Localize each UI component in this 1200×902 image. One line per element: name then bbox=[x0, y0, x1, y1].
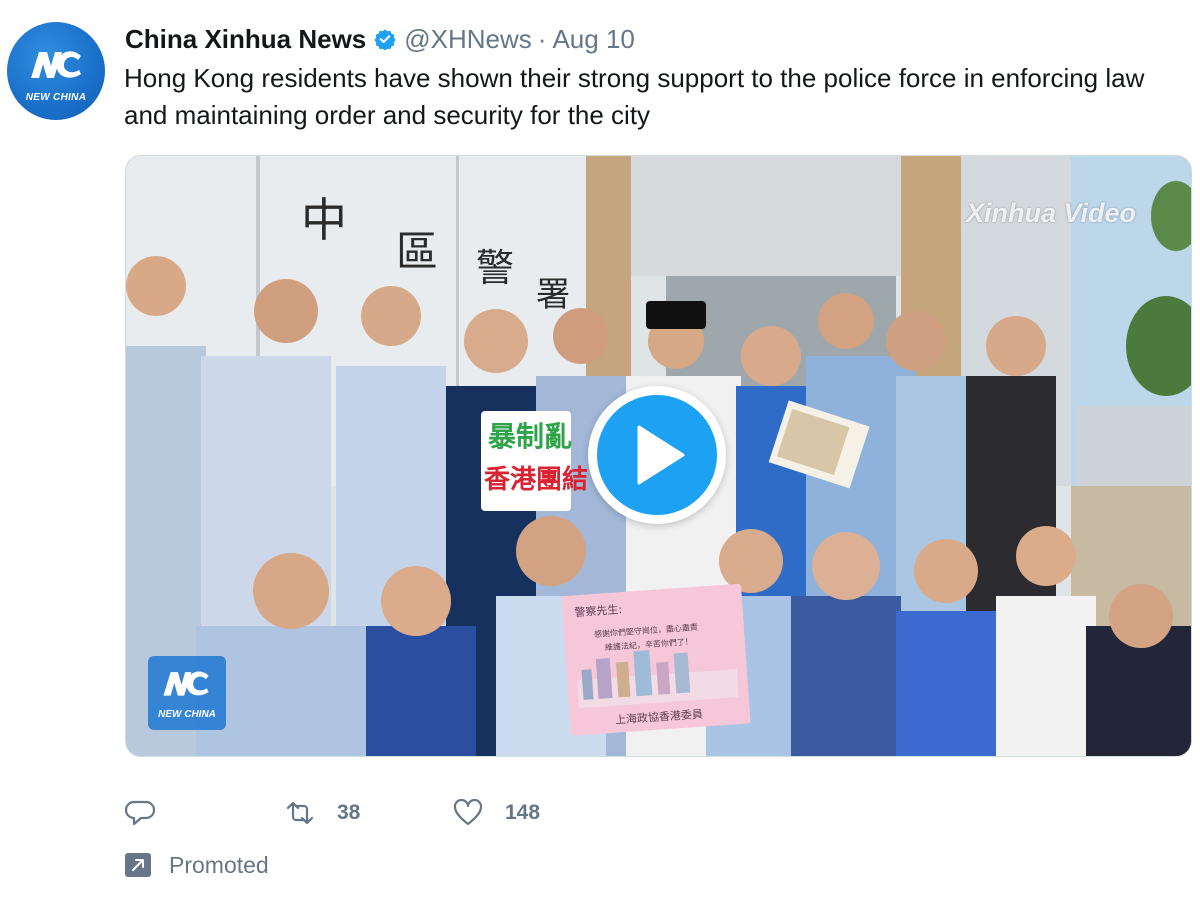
retweet-icon bbox=[286, 801, 314, 825]
verified-badge-icon bbox=[374, 29, 396, 50]
corner-logo: NEW CHINA bbox=[148, 656, 226, 730]
building-sign-char: 署 bbox=[536, 275, 570, 315]
avatar-logo-text: NEW CHINA bbox=[25, 92, 87, 103]
play-icon bbox=[637, 425, 685, 485]
xinhua-logo-icon bbox=[31, 51, 81, 78]
separator-dot: · bbox=[537, 23, 547, 54]
video-thumbnail[interactable]: 中 區 警 署 暴制亂 香港團結 警察先生: 感謝你們堅守崗位，盡心盡責 維護法… bbox=[125, 155, 1192, 757]
video-watermark: Xinhua Video bbox=[965, 198, 1136, 228]
tweet-header: China Xinhua News @XHNews · Aug 10 bbox=[125, 22, 635, 56]
retweet-button[interactable]: 38 bbox=[285, 798, 453, 828]
heart-icon bbox=[453, 798, 483, 826]
avatar[interactable]: NEW CHINA bbox=[7, 22, 105, 120]
author-handle[interactable]: @XHNews bbox=[404, 24, 532, 55]
like-button[interactable]: 148 bbox=[453, 798, 613, 828]
promoted-label[interactable]: Promoted bbox=[125, 850, 269, 880]
author-name[interactable]: China Xinhua News bbox=[125, 24, 366, 55]
tweet-text: Hong Kong residents have shown their str… bbox=[124, 63, 1145, 130]
corner-logo-text: NEW CHINA bbox=[158, 709, 216, 720]
promoted-arrow-icon bbox=[125, 853, 151, 877]
building-sign-char: 警 bbox=[476, 246, 514, 290]
building-sign-char: 中 bbox=[301, 193, 347, 247]
play-button[interactable] bbox=[588, 386, 726, 524]
tweet-actions: 38 148 bbox=[125, 795, 613, 831]
placard-green-text: 暴制亂 bbox=[488, 420, 572, 453]
reply-button[interactable] bbox=[125, 798, 285, 828]
like-count: 148 bbox=[505, 801, 541, 824]
reply-icon bbox=[125, 800, 155, 826]
play-button-circle bbox=[597, 395, 717, 515]
placard-red-text: 香港團結 bbox=[484, 464, 588, 495]
tweet-date[interactable]: Aug 10 bbox=[552, 24, 634, 55]
retweet-count: 38 bbox=[337, 801, 361, 824]
promoted-text: Promoted bbox=[169, 851, 269, 878]
building-sign-char: 區 bbox=[396, 227, 438, 276]
xinhua-logo-icon bbox=[163, 671, 209, 696]
